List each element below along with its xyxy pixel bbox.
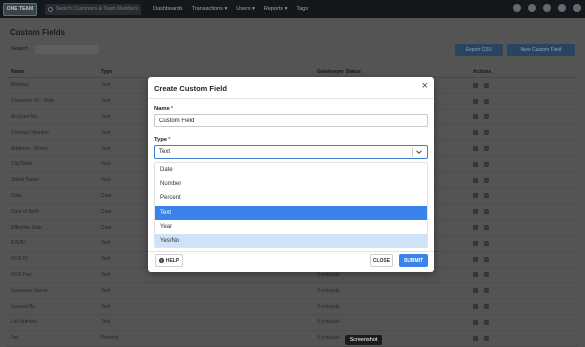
type-select-value: Text — [159, 149, 171, 155]
close-icon[interactable]: × — [422, 81, 428, 92]
submit-button[interactable]: SUBMIT — [399, 254, 428, 267]
name-input[interactable] — [154, 114, 428, 127]
divider — [148, 251, 434, 252]
select-divider — [412, 148, 413, 157]
type-label: Type* — [154, 137, 170, 143]
option-percent[interactable]: Percent — [155, 191, 427, 205]
question-icon: ? — [158, 257, 164, 263]
option-text[interactable]: Text — [155, 205, 427, 220]
close-button[interactable]: CLOSE — [370, 254, 393, 267]
required-mark: * — [170, 106, 174, 112]
chevron-down-icon[interactable] — [415, 148, 423, 156]
required-mark: * — [168, 137, 171, 143]
option-yes-no[interactable]: Yes/No — [155, 233, 427, 247]
name-label: Name* — [154, 106, 173, 112]
name-label-text: Name — [154, 106, 170, 112]
divider — [148, 98, 434, 99]
help-button-label: HELP — [165, 257, 180, 264]
screenshot-tooltip: Screenshot — [345, 335, 382, 345]
option-number[interactable]: Number — [155, 177, 427, 191]
option-year[interactable]: Year — [155, 220, 427, 234]
type-dropdown-menu: Date Number Percent Text Year Yes/No — [154, 162, 428, 248]
type-select[interactable]: Text — [154, 145, 428, 159]
option-date[interactable]: Date — [155, 163, 427, 177]
modal-title: Create Custom Field — [154, 84, 227, 93]
create-custom-field-modal: Create Custom Field × Name* Type* Text D… — [148, 77, 434, 272]
help-button[interactable]: ? HELP — [155, 254, 183, 267]
type-label-text: Type — [154, 137, 168, 143]
